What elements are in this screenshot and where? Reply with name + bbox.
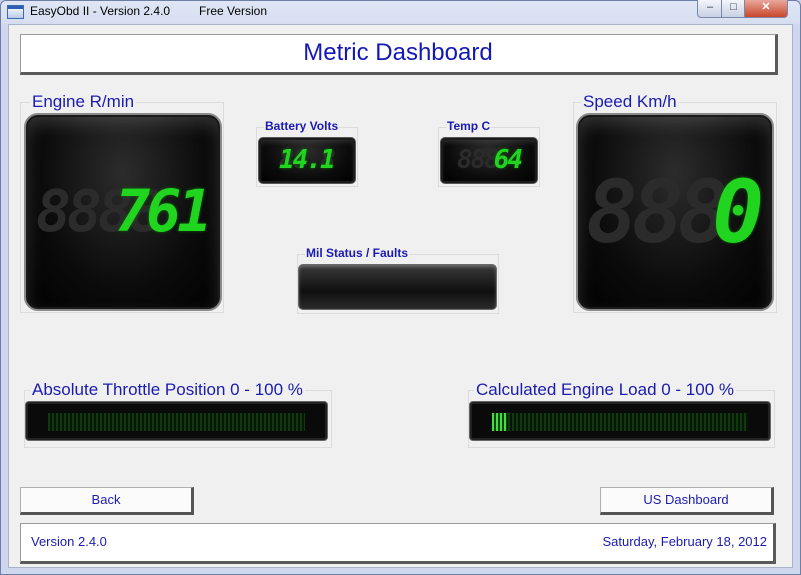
header-panel: Metric Dashboard: [20, 34, 778, 75]
back-button[interactable]: Back: [20, 487, 194, 515]
volts-label: Battery Volts: [264, 119, 340, 133]
throttle-track: [48, 413, 305, 431]
load-label: Calculated Engine Load 0 - 100 %: [474, 380, 737, 400]
us-dashboard-button[interactable]: US Dashboard: [600, 487, 774, 515]
version-text: Version 2.4.0: [31, 534, 107, 549]
date-text: Saturday, February 18, 2012: [602, 534, 767, 549]
load-fill: [492, 413, 507, 431]
load-bar: [469, 401, 771, 441]
volts-display: 88.8 14.1: [258, 137, 356, 184]
volts-value: 14.1: [279, 145, 336, 175]
rpm-display: 8888 761: [24, 113, 222, 311]
speed-ghost-digits: 888: [586, 163, 729, 263]
temp-ghost-digits: 888: [457, 145, 500, 175]
window-title: EasyObd II - Version 2.4.0: [30, 4, 171, 18]
throttle-label: Absolute Throttle Position 0 - 100 %: [30, 380, 305, 400]
load-track: [492, 413, 748, 431]
rpm-value: 761: [115, 177, 212, 245]
maximize-button[interactable]: □: [721, 0, 746, 18]
throttle-bar: [25, 401, 328, 441]
speed-value: 0: [712, 163, 764, 263]
speed-label: Speed Km/h: [581, 92, 679, 112]
rpm-label: Engine R/min: [30, 92, 137, 112]
temp-display: 888 64: [440, 137, 538, 184]
temp-label: Temp C: [446, 119, 492, 133]
mil-label: Mil Status / Faults: [305, 246, 410, 260]
mil-status-display: [298, 264, 497, 310]
app-window-icon: [7, 5, 24, 19]
edition-label: Free Version: [199, 4, 268, 18]
speed-display: 888 0: [576, 113, 774, 311]
title-bar[interactable]: EasyObd II - Version 2.4.0 Free Version …: [0, 0, 801, 24]
status-bar: Version 2.4.0 Saturday, February 18, 201…: [20, 523, 776, 564]
temp-value: 64: [493, 145, 523, 175]
close-button[interactable]: ✕: [744, 0, 788, 18]
page-title: Metric Dashboard: [303, 39, 493, 66]
minimize-button[interactable]: –: [697, 0, 723, 18]
